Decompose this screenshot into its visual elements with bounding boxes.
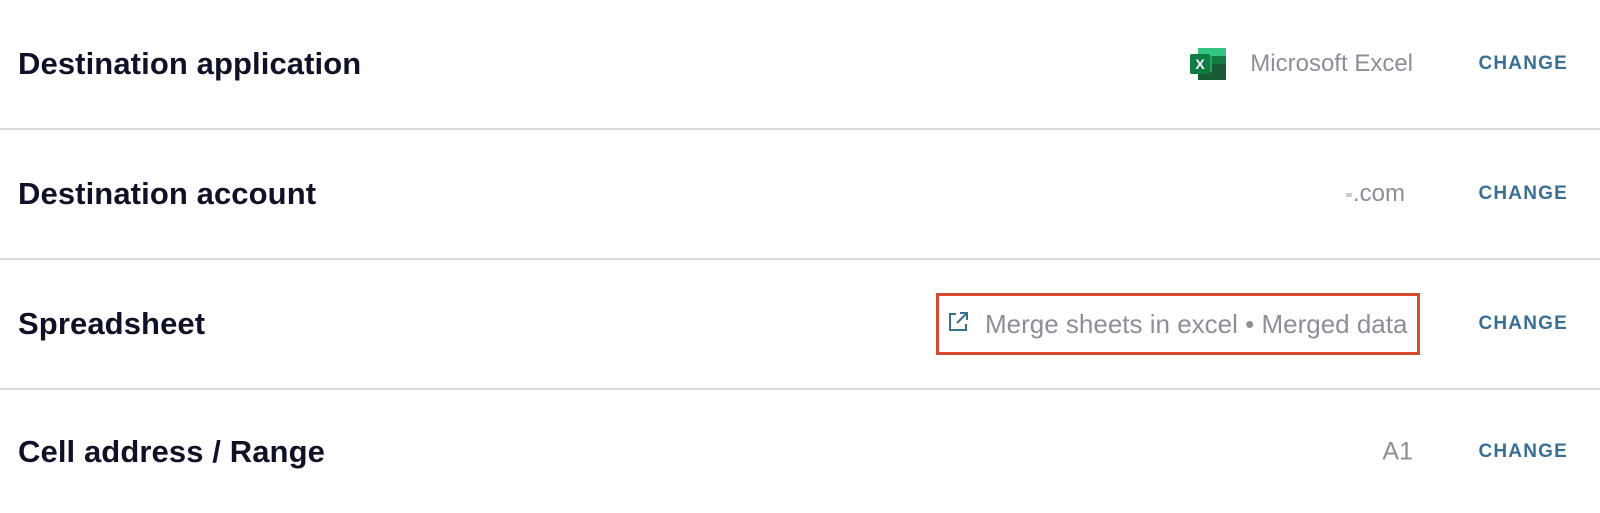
destination-application-label: Destination application bbox=[18, 46, 362, 81]
svg-text:X: X bbox=[1196, 56, 1206, 72]
row-spreadsheet: Spreadsheet Merge sheets in excel • Merg… bbox=[0, 260, 1600, 390]
cell-address-range-label: Cell address / Range bbox=[18, 433, 325, 469]
row-cell-address-range: Cell address / Range A1 CHANGE bbox=[0, 390, 1600, 513]
spreadsheet-label: Spreadsheet bbox=[18, 306, 206, 341]
excel-icon: X bbox=[1188, 46, 1228, 82]
account-redaction bbox=[1345, 192, 1352, 197]
row-destination-account: Destination account .com CHANGE bbox=[0, 130, 1600, 260]
change-cell-address-range-button[interactable]: CHANGE bbox=[1478, 441, 1568, 463]
destination-account-value: .com bbox=[1345, 180, 1413, 208]
change-destination-application-button[interactable]: CHANGE bbox=[1478, 53, 1568, 75]
external-link-icon[interactable] bbox=[947, 311, 969, 333]
spreadsheet-highlight-box: Merge sheets in excel • Merged data bbox=[936, 293, 1420, 355]
cell-address-range-text: A1 bbox=[1382, 437, 1413, 465]
change-destination-account-button[interactable]: CHANGE bbox=[1478, 183, 1568, 205]
row-destination-application: Destination application X Microsoft Exce… bbox=[0, 0, 1600, 130]
destination-application-value: X Microsoft Excel bbox=[1188, 46, 1413, 82]
destination-settings: Destination application X Microsoft Exce… bbox=[0, 0, 1600, 513]
destination-account-text: .com bbox=[1352, 180, 1405, 207]
destination-application-text: Microsoft Excel bbox=[1250, 50, 1413, 77]
destination-account-label: Destination account bbox=[18, 176, 317, 211]
spreadsheet-link-text[interactable]: Merge sheets in excel • Merged data bbox=[985, 309, 1407, 340]
change-spreadsheet-button[interactable]: CHANGE bbox=[1478, 313, 1568, 335]
cell-address-range-value: A1 bbox=[1382, 437, 1413, 466]
